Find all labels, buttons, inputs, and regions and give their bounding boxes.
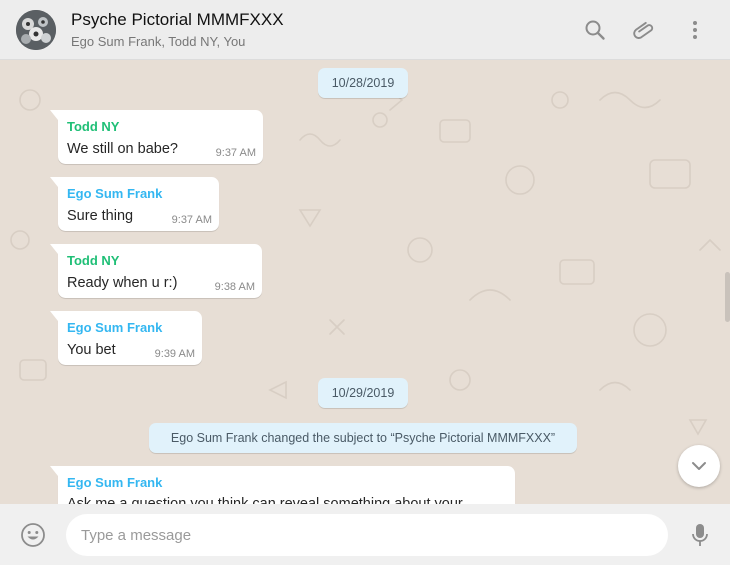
menu-icon[interactable] (683, 18, 707, 42)
message-sender[interactable]: Todd NY (67, 119, 119, 134)
message-sender[interactable]: Ego Sum Frank (67, 320, 162, 335)
system-message: Ego Sum Frank changed the subject to “Ps… (149, 423, 577, 453)
emoji-icon[interactable] (20, 522, 46, 548)
message-time: 9:39 AM (154, 348, 195, 360)
chat-header: Psyche Pictorial MMMFXXX Ego Sum Frank, … (0, 0, 730, 60)
message-bubble[interactable]: Ego Sum Frank You bet 9:39 AM (50, 311, 202, 365)
message-sender[interactable]: Todd NY (67, 253, 119, 268)
message-bubble[interactable]: Ego Sum Frank Ask me a question you thin… (50, 466, 515, 504)
bubble-tail-icon (50, 311, 58, 321)
message-time: 9:37 AM (215, 147, 256, 159)
date-chip: 10/29/2019 (318, 378, 408, 408)
chat-window: Psyche Pictorial MMMFXXX Ego Sum Frank, … (0, 0, 730, 565)
scrollbar-thumb[interactable] (725, 272, 730, 322)
message-text: Ready when u r:) (67, 275, 178, 291)
bubble-tail-icon (50, 177, 58, 187)
microphone-icon[interactable] (690, 522, 710, 548)
composer-bar (0, 504, 730, 565)
date-chip: 10/28/2019 (318, 68, 408, 98)
message-sender[interactable]: Ego Sum Frank (67, 186, 162, 201)
message-bubble[interactable]: Ego Sum Frank Sure thing 9:37 AM (50, 177, 219, 231)
message-text: Sure thing (67, 208, 134, 224)
attach-icon[interactable] (633, 18, 657, 42)
message-bubble[interactable]: Todd NY We still on babe? 9:37 AM (50, 110, 263, 164)
message-input[interactable] (66, 514, 668, 556)
bubble-tail-icon (50, 110, 58, 120)
chevron-down-icon (692, 462, 706, 470)
scroll-down-button[interactable] (678, 445, 720, 487)
group-avatar[interactable] (16, 10, 56, 50)
message-bubble[interactable]: Todd NY Ready when u r:) 9:38 AM (50, 244, 262, 298)
search-icon[interactable] (583, 18, 607, 42)
message-text: You bet (67, 342, 116, 358)
message-list[interactable]: 10/28/2019 Todd NY We still on babe? 9:3… (0, 60, 730, 504)
message-text: We still on babe? (67, 141, 178, 157)
bubble-tail-icon (50, 466, 58, 476)
message-time: 9:37 AM (171, 214, 212, 226)
bubble-tail-icon (50, 244, 58, 254)
message-text: Ask me a question you think can reveal s… (67, 496, 463, 504)
message-sender[interactable]: Ego Sum Frank (67, 475, 162, 490)
message-time: 9:38 AM (214, 281, 255, 293)
chat-title[interactable]: Psyche Pictorial MMMFXXX (71, 10, 284, 30)
chat-participants[interactable]: Ego Sum Frank, Todd NY, You (71, 34, 245, 49)
